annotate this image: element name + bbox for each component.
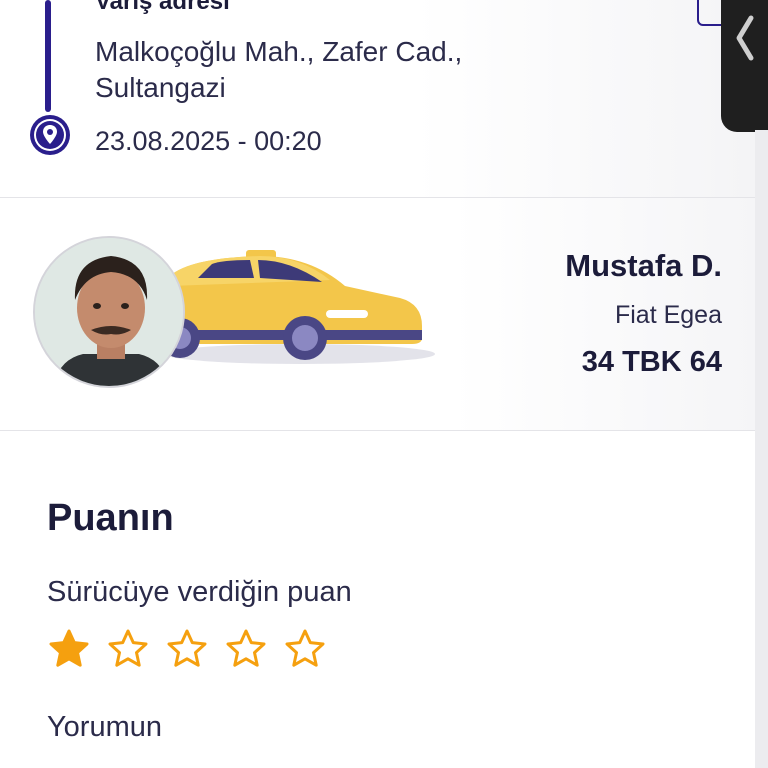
driver-avatar <box>33 236 185 388</box>
star-icon[interactable] <box>226 629 266 669</box>
car-model: Fiat Egea <box>614 301 722 329</box>
driver-photo <box>35 238 183 386</box>
driver-info-section: Mustafa D. Fiat Egea 34 TBK 64 <box>0 198 755 431</box>
trip-destination-section: Varış adresi Malkoçoğlu Mah., Zafer Cad.… <box>0 0 755 198</box>
comment-label: Yorumun <box>47 711 163 743</box>
star-icon[interactable] <box>108 629 148 669</box>
driver-name: Mustafa D. <box>565 248 722 283</box>
side-panel-handle[interactable] <box>721 0 768 132</box>
driver-rating-label: Sürücüye verdiğin puan <box>47 576 352 608</box>
scroll-edge <box>755 130 768 768</box>
star-icon[interactable] <box>167 629 207 669</box>
star-icon[interactable] <box>285 629 325 669</box>
arrival-address-label: Varış adresi <box>95 0 230 15</box>
rating-section: Puanın Sürücüye verdiğin puan Yorumun <box>0 431 755 768</box>
arrival-address: Malkoçoğlu Mah., Zafer Cad., Sultangazi <box>95 36 463 103</box>
route-line <box>45 0 51 112</box>
license-plate: 34 TBK 64 <box>581 346 722 378</box>
taxi-car-illustration <box>160 250 435 364</box>
star-icon[interactable] <box>49 629 89 669</box>
arrival-datetime: 23.08.2025 - 00:20 <box>95 126 322 156</box>
star-rating <box>49 629 325 669</box>
location-pin-icon <box>30 115 70 155</box>
chevron-left-icon <box>736 15 754 61</box>
rating-title: Puanın <box>47 497 174 539</box>
